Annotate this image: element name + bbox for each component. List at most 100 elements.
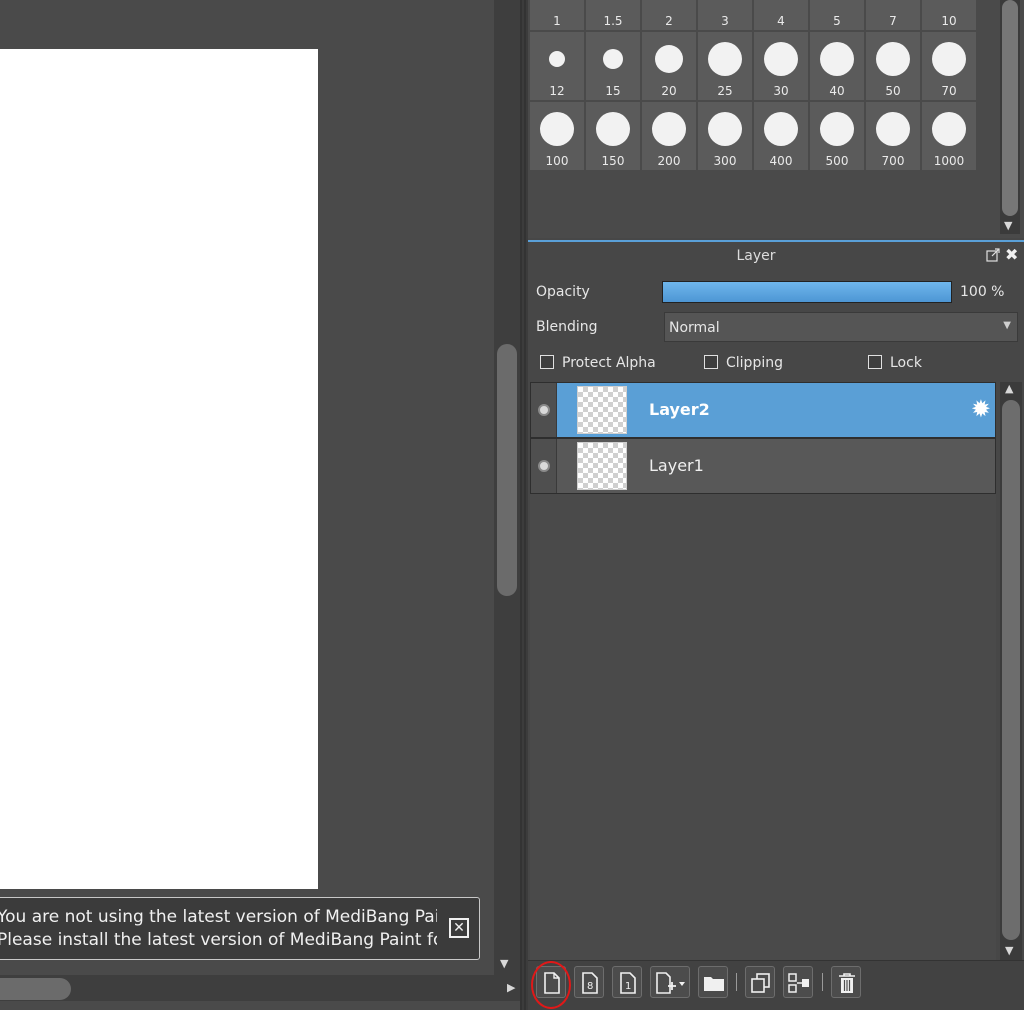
brush-size-label: 5 <box>833 14 841 28</box>
layer-row-body[interactable]: Layer1 <box>557 439 995 493</box>
brush-size-grid: 1 1.5 2 3 4 5 7 10 12 15 20 25 30 40 50 <box>530 0 978 172</box>
brush-preview-dot <box>932 42 966 76</box>
opacity-label: Opacity <box>536 284 590 300</box>
canvas-vertical-scroll-thumb[interactable] <box>497 344 517 596</box>
new-8bit-layer-button[interactable]: 8 <box>574 966 604 998</box>
lock-checkbox[interactable]: Lock <box>868 355 922 373</box>
brush-size-cell[interactable]: 150 <box>586 102 640 170</box>
duplicate-layer-button[interactable] <box>745 966 775 998</box>
scroll-down-arrow-icon[interactable]: ▼ <box>500 957 508 970</box>
new-layer-button[interactable] <box>536 966 566 998</box>
scroll-down-arrow-icon[interactable]: ▼ <box>1004 219 1012 232</box>
scroll-right-arrow-icon[interactable]: ▶ <box>507 981 515 994</box>
brush-size-cell[interactable]: 1 <box>530 0 584 30</box>
layer-visibility-toggle[interactable] <box>531 439 557 493</box>
brush-size-cell[interactable]: 7 <box>866 0 920 30</box>
protect-alpha-label: Protect Alpha <box>562 355 656 371</box>
undock-panel-icon[interactable] <box>986 248 1000 262</box>
new-folder-button[interactable] <box>698 966 728 998</box>
brush-size-cell[interactable]: 3 <box>698 0 752 30</box>
canvas-paper[interactable] <box>0 49 318 889</box>
brush-size-cell[interactable]: 20 <box>642 32 696 100</box>
checkbox-box[interactable] <box>868 355 882 369</box>
new-folder-icon <box>704 977 724 991</box>
brush-size-cell[interactable]: 4 <box>754 0 808 30</box>
layer-panel-title: Layer <box>736 248 776 264</box>
brush-size-cell[interactable]: 2 <box>642 0 696 30</box>
brush-panel-scrollbar[interactable]: ▼ <box>1000 0 1020 234</box>
lock-label: Lock <box>890 355 922 371</box>
brush-panel-scroll-thumb[interactable] <box>1002 0 1018 216</box>
gear-icon[interactable]: ✹ <box>971 397 991 421</box>
opacity-slider[interactable] <box>662 281 952 303</box>
brush-size-cell[interactable]: 1000 <box>922 102 976 170</box>
layers-scroll-thumb[interactable] <box>1002 400 1020 940</box>
checkbox-box[interactable] <box>704 355 718 369</box>
new-1bit-layer-button[interactable]: 1 <box>612 966 642 998</box>
brush-size-cell[interactable]: 40 <box>810 32 864 100</box>
brush-size-label: 50 <box>885 84 901 98</box>
brush-size-cell[interactable]: 300 <box>698 102 752 170</box>
clipping-checkbox[interactable]: Clipping <box>704 355 783 373</box>
delete-layer-button[interactable] <box>831 966 861 998</box>
canvas-vertical-scrollbar[interactable]: ▼ <box>494 0 520 975</box>
brush-preview-dot <box>708 112 742 146</box>
merge-down-button[interactable] <box>783 966 813 998</box>
brush-size-cell[interactable]: 1.5 <box>586 0 640 30</box>
layer-row-layer2[interactable]: Layer2 ✹ <box>530 382 996 438</box>
brush-size-cell[interactable]: 700 <box>866 102 920 170</box>
brush-preview-dot <box>540 112 574 146</box>
brush-size-label: 4 <box>777 14 785 28</box>
blending-label: Blending <box>536 319 598 335</box>
canvas-horizontal-scrollbar[interactable]: ▶ <box>0 975 520 1001</box>
close-notice-icon[interactable]: ✕ <box>449 918 469 938</box>
brush-size-cell[interactable]: 400 <box>754 102 808 170</box>
brush-size-label: 20 <box>661 84 677 98</box>
brush-size-label: 25 <box>717 84 733 98</box>
visibility-dot-icon <box>538 460 550 472</box>
brush-size-cell[interactable]: 10 <box>922 0 976 30</box>
brush-size-cell[interactable]: 15 <box>586 32 640 100</box>
delete-layer-icon <box>839 973 855 993</box>
add-layer-dropdown-button[interactable] <box>650 966 690 998</box>
brush-preview-dot <box>549 51 565 67</box>
brush-size-cell[interactable]: 30 <box>754 32 808 100</box>
brush-size-cell[interactable]: 50 <box>866 32 920 100</box>
brush-size-cell[interactable]: 100 <box>530 102 584 170</box>
brush-size-cell[interactable]: 12 <box>530 32 584 100</box>
update-notice-line1[interactable]: You are not using the latest version of … <box>0 907 437 927</box>
brush-size-panel: 1 1.5 2 3 4 5 7 10 12 15 20 25 30 40 50 <box>528 0 1024 238</box>
brush-size-row: 12 15 20 25 30 40 50 70 <box>530 32 978 102</box>
brush-size-label: 200 <box>657 154 681 168</box>
opacity-slider-fill <box>663 282 951 302</box>
layer-row-body[interactable]: Layer2 ✹ <box>557 383 995 437</box>
checkbox-box[interactable] <box>540 355 554 369</box>
brush-size-label: 40 <box>829 84 845 98</box>
panel-splitter[interactable] <box>520 0 528 1010</box>
update-notice[interactable]: You are not using the latest version of … <box>0 897 480 960</box>
close-panel-icon[interactable]: ✖ <box>1005 245 1018 264</box>
scroll-down-arrow-icon[interactable]: ▼ <box>1005 944 1013 957</box>
brush-preview-dot <box>764 42 798 76</box>
layer-visibility-toggle[interactable] <box>531 383 557 437</box>
protect-alpha-checkbox[interactable]: Protect Alpha <box>540 355 656 373</box>
update-notice-line2[interactable]: Please install the latest version of Med… <box>0 930 437 950</box>
brush-size-cell[interactable]: 200 <box>642 102 696 170</box>
brush-preview-dot <box>820 42 854 76</box>
layers-scrollbar[interactable]: ▲ ▼ <box>1000 382 1022 960</box>
layer-row-layer1[interactable]: Layer1 <box>530 438 996 494</box>
brush-size-label: 100 <box>545 154 569 168</box>
canvas-area[interactable]: ▼ ▶ You are not using the latest version… <box>0 0 522 1010</box>
layer-name: Layer1 <box>649 456 704 475</box>
layer-name: Layer2 <box>649 400 710 419</box>
brush-size-row: 1 1.5 2 3 4 5 7 10 <box>530 0 978 32</box>
brush-size-cell[interactable]: 5 <box>810 0 864 30</box>
brush-size-cell[interactable]: 70 <box>922 32 976 100</box>
brush-size-cell[interactable]: 25 <box>698 32 752 100</box>
scroll-up-arrow-icon[interactable]: ▲ <box>1005 382 1013 395</box>
brush-size-label: 500 <box>825 154 849 168</box>
canvas-horizontal-scroll-thumb[interactable] <box>0 978 71 1000</box>
brush-preview-dot <box>820 112 854 146</box>
brush-size-cell[interactable]: 500 <box>810 102 864 170</box>
blending-mode-select[interactable]: Normal ▼ <box>664 312 1018 342</box>
